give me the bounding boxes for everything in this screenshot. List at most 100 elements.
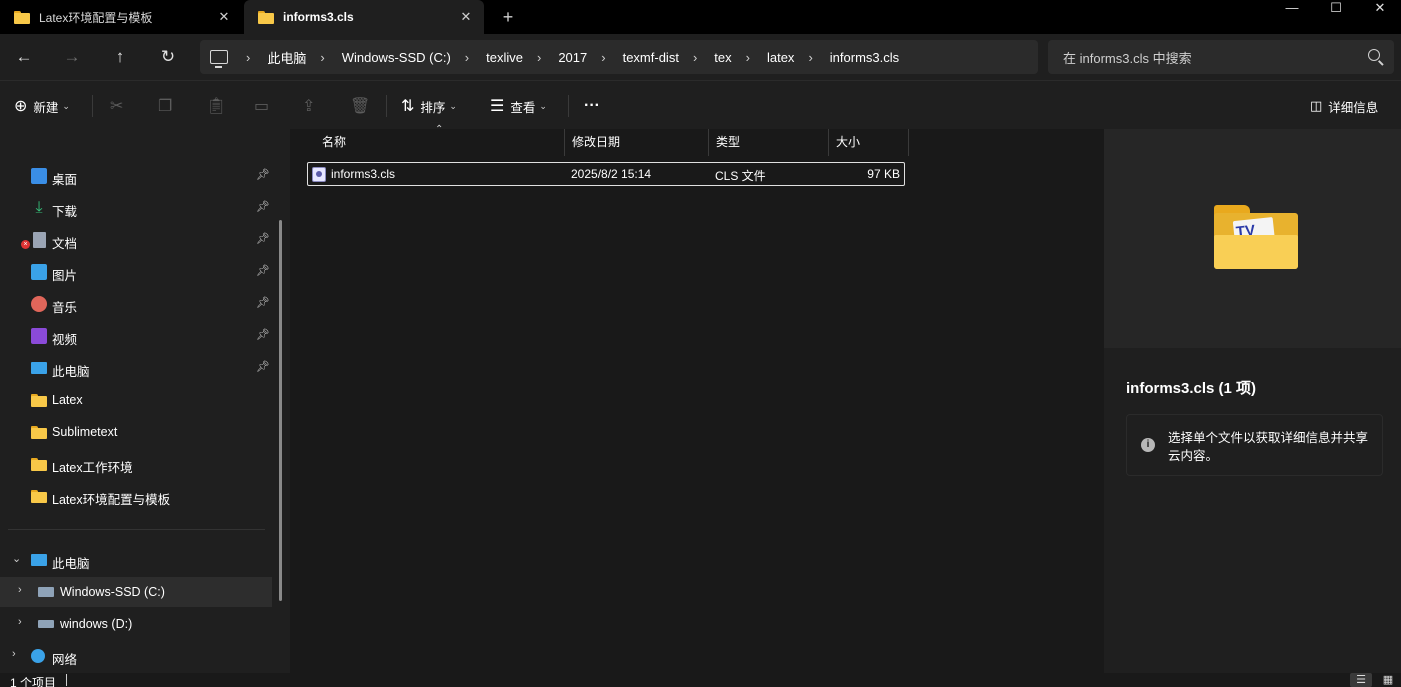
- info-text: 选择单个文件以获取详细信息并共享云内容。: [1168, 431, 1369, 463]
- close-tab-icon[interactable]: ✕: [216, 9, 232, 25]
- navigation-pane: 桌面 📌︎ ⤓ 下载 📌︎ × 文档 📌︎ 图片 📌︎ 音乐 📌︎ 视频 📌︎ …: [0, 129, 290, 687]
- info-icon: i: [1141, 438, 1155, 452]
- back-button[interactable]: ←: [11, 44, 37, 70]
- tiles-view-button[interactable]: ▦: [1377, 673, 1399, 687]
- file-row[interactable]: informs3.cls 2025/8/2 15:14 CLS 文件 97 KB: [307, 162, 905, 186]
- delete-button[interactable]: 🗑︎: [350, 95, 376, 117]
- sidebar-item-label: 桌面: [52, 173, 78, 187]
- breadcrumb-this-pc[interactable]: 此电脑: [267, 48, 306, 67]
- chevron-right-icon[interactable]: ›: [18, 584, 22, 596]
- pin-icon[interactable]: 📌︎: [256, 328, 270, 341]
- status-bar: 1 个项目 ☰ ▦: [0, 673, 1401, 687]
- drive-icon: [38, 587, 54, 597]
- chevron-right-icon[interactable]: ›: [693, 50, 697, 65]
- new-tab-button[interactable]: +: [498, 6, 518, 28]
- pictures-icon: [31, 264, 47, 280]
- chevron-right-icon[interactable]: ›: [601, 50, 605, 65]
- new-button[interactable]: ⊕ 新建 ⌄: [14, 95, 70, 117]
- forward-button[interactable]: →: [59, 44, 85, 70]
- sidebar-scrollbar[interactable]: [279, 220, 282, 601]
- preview-area: TV: [1104, 129, 1401, 348]
- pin-icon[interactable]: 📌︎: [256, 264, 270, 277]
- sidebar-item-label: 此电脑: [52, 557, 90, 571]
- close-tab-icon[interactable]: ✕: [458, 9, 474, 25]
- folder-preview-icon: TV: [1214, 205, 1298, 269]
- breadcrumb-latex[interactable]: latex: [767, 50, 794, 65]
- sidebar-item-label: Latex工作环境: [52, 461, 133, 475]
- pin-icon[interactable]: 📌︎: [256, 200, 270, 213]
- sidebar-item-this-pc-tree[interactable]: ⌄ 此电脑: [0, 545, 272, 575]
- column-header-modified[interactable]: 修改日期: [565, 129, 709, 156]
- sidebar-item-videos[interactable]: 视频 📌︎: [0, 321, 272, 351]
- address-bar[interactable]: › 此电脑 › Windows-SSD (C:) › texlive › 201…: [200, 40, 1038, 74]
- sidebar-item-label: 图片: [52, 269, 78, 283]
- sidebar-item-this-pc[interactable]: 此电脑 📌︎: [0, 353, 272, 383]
- chevron-right-icon[interactable]: ›: [746, 50, 750, 65]
- column-header-name[interactable]: 名称: [315, 129, 565, 156]
- chevron-down-icon: ⌄: [539, 100, 547, 111]
- computer-icon: [31, 362, 47, 374]
- desktop-icon: [31, 168, 47, 184]
- pin-icon[interactable]: 📌︎: [256, 296, 270, 309]
- sidebar-item-pictures[interactable]: 图片 📌︎: [0, 257, 272, 287]
- sidebar-item-network[interactable]: › 网络: [0, 641, 272, 671]
- tab-informs3[interactable]: informs3.cls ✕: [244, 0, 484, 34]
- info-box: i 选择单个文件以获取详细信息并共享云内容。: [1126, 414, 1383, 476]
- details-pane-button[interactable]: ◫ 详细信息: [1310, 95, 1378, 117]
- sidebar-item-music[interactable]: 音乐 📌︎: [0, 289, 272, 319]
- breadcrumb-informs3[interactable]: informs3.cls: [830, 50, 899, 65]
- rename-button[interactable]: ▭: [254, 95, 275, 117]
- up-button[interactable]: ↑: [107, 44, 133, 70]
- chevron-right-icon[interactable]: ›: [537, 50, 541, 65]
- pin-icon[interactable]: 📌︎: [256, 168, 270, 181]
- paste-button[interactable]: 📋︎: [206, 95, 232, 117]
- sidebar-item-sublimetext[interactable]: Sublimetext: [0, 417, 272, 447]
- sort-icon: ⇅: [401, 98, 415, 115]
- column-header-size[interactable]: 大小: [829, 129, 909, 156]
- file-name: informs3.cls: [331, 167, 396, 181]
- breadcrumb-c-drive[interactable]: Windows-SSD (C:): [342, 50, 451, 65]
- refresh-button[interactable]: ↻: [155, 44, 181, 70]
- sidebar-item-documents[interactable]: × 文档 📌︎: [0, 225, 272, 255]
- close-window-button[interactable]: ✕: [1357, 0, 1401, 18]
- details-view-button[interactable]: ☰: [1350, 673, 1372, 687]
- breadcrumb-2017[interactable]: 2017: [558, 50, 587, 65]
- plus-circle-icon: ⊕: [14, 98, 28, 115]
- chevron-down-icon[interactable]: ⌄: [12, 552, 21, 565]
- breadcrumb-texlive[interactable]: texlive: [486, 50, 523, 65]
- folder-icon: [31, 490, 47, 503]
- more-options-button[interactable]: ···: [584, 95, 600, 117]
- view-button[interactable]: ☰ 查看 ⌄: [490, 95, 547, 117]
- new-label: 新建: [33, 100, 59, 115]
- share-button[interactable]: ⇪: [302, 95, 321, 117]
- maximize-button[interactable]: ☐: [1313, 0, 1359, 18]
- scissors-icon: ✂: [110, 98, 124, 115]
- column-header-type[interactable]: 类型: [709, 129, 829, 156]
- chevron-right-icon[interactable]: ›: [808, 50, 812, 65]
- sidebar-item-latex[interactable]: Latex: [0, 385, 272, 415]
- sidebar-item-latex-config[interactable]: Latex环境配置与模板: [0, 481, 272, 511]
- sidebar-item-d-drive[interactable]: › windows (D:): [0, 609, 272, 639]
- chevron-right-icon[interactable]: ›: [465, 50, 469, 65]
- chevron-right-icon[interactable]: ›: [246, 50, 250, 65]
- copy-button[interactable]: ❐: [158, 95, 178, 117]
- pin-icon[interactable]: 📌︎: [256, 360, 270, 373]
- sidebar-item-desktop[interactable]: 桌面 📌︎: [0, 161, 272, 191]
- chevron-right-icon[interactable]: ›: [18, 616, 22, 628]
- sidebar-item-downloads[interactable]: ⤓ 下载 📌︎: [0, 193, 272, 223]
- title-bar: Latex环境配置与模板 ✕ informs3.cls ✕ + — ☐ ✕: [0, 0, 1401, 34]
- music-icon: [31, 296, 47, 312]
- item-count: 1 个项目: [10, 676, 57, 687]
- breadcrumb-tex[interactable]: tex: [714, 50, 731, 65]
- tab-latex-config[interactable]: Latex环境配置与模板 ✕: [0, 0, 242, 34]
- chevron-right-icon[interactable]: ›: [12, 648, 16, 660]
- chevron-right-icon[interactable]: ›: [320, 50, 324, 65]
- search-input[interactable]: 在 informs3.cls 中搜索: [1048, 40, 1394, 74]
- minimize-button[interactable]: —: [1269, 0, 1315, 18]
- sidebar-item-latex-workspace[interactable]: Latex工作环境: [0, 449, 272, 479]
- pin-icon[interactable]: 📌︎: [256, 232, 270, 245]
- sidebar-item-c-drive[interactable]: › Windows-SSD (C:): [0, 577, 272, 607]
- sort-button[interactable]: ⇅ 排序 ⌄: [401, 95, 457, 117]
- cut-button[interactable]: ✂: [110, 95, 129, 117]
- breadcrumb-texmf-dist[interactable]: texmf-dist: [623, 50, 679, 65]
